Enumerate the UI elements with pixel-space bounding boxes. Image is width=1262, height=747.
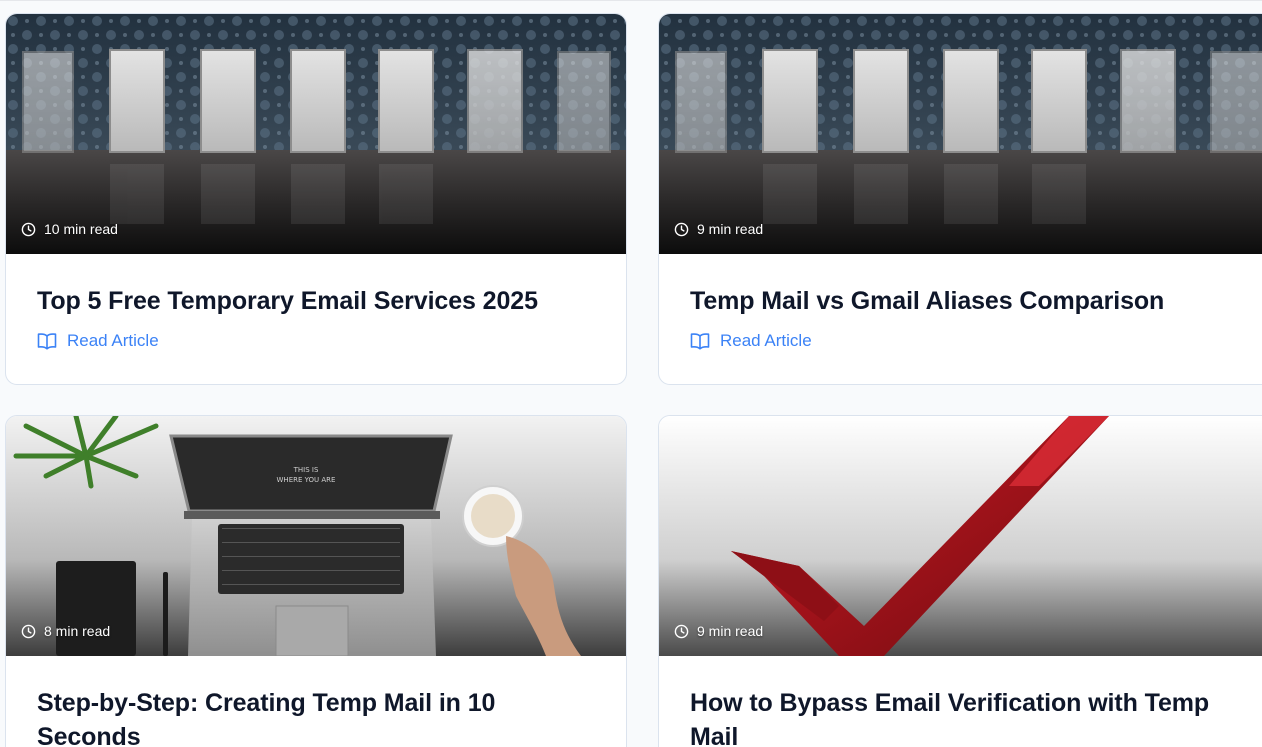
- divider: [0, 0, 1262, 1]
- article-thumbnail[interactable]: 9 min read: [659, 416, 1262, 656]
- read-article-label: Read Article: [67, 331, 159, 350]
- read-time-label: 8 min read: [44, 623, 111, 639]
- article-thumbnail[interactable]: 9 min read: [659, 14, 1262, 254]
- svg-text:WHERE YOU ARE: WHERE YOU ARE: [277, 476, 336, 484]
- read-article-link[interactable]: Read Article: [690, 331, 812, 351]
- read-article-label: Read Article: [720, 331, 812, 350]
- article-thumbnail[interactable]: THIS IS WHERE YOU ARE 8 min read: [6, 416, 626, 656]
- article-title[interactable]: Step-by-Step: Creating Temp Mail in 10 S…: [37, 686, 596, 747]
- article-title[interactable]: Temp Mail vs Gmail Aliases Comparison: [690, 284, 1247, 318]
- clock-icon: [674, 222, 689, 236]
- article-card[interactable]: 9 min read Temp Mail vs Gmail Aliases Co…: [658, 13, 1262, 385]
- read-time-label: 9 min read: [697, 623, 764, 639]
- article-title[interactable]: Top 5 Free Temporary Email Services 2025: [37, 284, 596, 318]
- blog-grid: 10 min read Top 5 Free Temporary Email S…: [0, 0, 1262, 747]
- clock-icon: [21, 222, 36, 236]
- article-card[interactable]: 10 min read Top 5 Free Temporary Email S…: [5, 13, 627, 385]
- article-title[interactable]: How to Bypass Email Verification with Te…: [690, 686, 1247, 747]
- read-time: 10 min read: [21, 221, 118, 237]
- book-open-icon: [37, 333, 57, 350]
- read-time: 9 min read: [674, 623, 763, 639]
- article-thumbnail[interactable]: 10 min read: [6, 14, 626, 254]
- article-card[interactable]: THIS IS WHERE YOU ARE 8 min read Step-by…: [5, 415, 627, 747]
- svg-text:THIS IS: THIS IS: [293, 466, 319, 474]
- read-time-label: 9 min read: [697, 221, 764, 237]
- article-card[interactable]: 9 min read How to Bypass Email Verificat…: [658, 415, 1262, 747]
- read-time-label: 10 min read: [44, 221, 118, 237]
- read-time: 8 min read: [21, 623, 110, 639]
- clock-icon: [21, 624, 36, 638]
- clock-icon: [674, 624, 689, 638]
- read-time: 9 min read: [674, 221, 763, 237]
- read-article-link[interactable]: Read Article: [37, 331, 159, 351]
- book-open-icon: [690, 333, 710, 350]
